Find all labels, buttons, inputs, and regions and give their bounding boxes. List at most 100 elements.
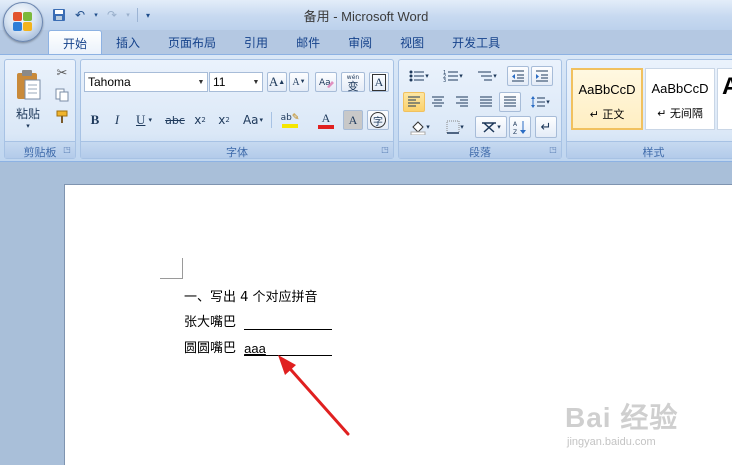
italic-button[interactable]: I — [107, 110, 127, 130]
tab-references[interactable]: 引用 — [230, 30, 282, 54]
strikethrough-button[interactable]: abc — [163, 110, 187, 130]
clipboard-group-label: 剪贴板 ◳ — [5, 141, 75, 159]
line-3-answer: aaa — [244, 341, 266, 356]
ribbon: 粘贴 ▾ ✂ 剪贴板 ◳ Tahoma ▼ 11 ▼ A ▲ A ▼ Aa wén 变 — [0, 54, 732, 162]
sort-button[interactable]: AZ — [509, 116, 531, 138]
tab-page-layout[interactable]: 页面布局 — [154, 30, 230, 54]
asian-layout-icon — [482, 122, 497, 133]
clear-formatting-button[interactable]: Aa — [315, 72, 337, 92]
sort-icon: AZ — [513, 121, 526, 135]
baidu-jingyan-watermark: Bai 经验 jingyan.baidu.com — [565, 396, 715, 452]
shading-button[interactable]: ▾ — [403, 116, 437, 138]
distributed-button[interactable] — [499, 92, 521, 112]
underline-dropdown-icon[interactable]: ▾ — [148, 116, 152, 124]
style-no-spacing-name: ↵ 无间隔 — [657, 107, 703, 120]
character-shading-button[interactable]: A — [343, 110, 363, 130]
ribbon-tabs: 开始 插入 页面布局 引用 邮件 审阅 视图 开发工具 — [48, 30, 514, 54]
font-launcher-icon[interactable]: ◳ — [380, 145, 390, 155]
shrink-font-button[interactable]: A ▼ — [289, 72, 309, 92]
align-right-icon — [456, 96, 468, 107]
paragraph-launcher-icon[interactable]: ◳ — [548, 145, 558, 155]
paste-button[interactable]: 粘贴 ▾ — [8, 63, 48, 135]
tab-view[interactable]: 视图 — [386, 30, 438, 54]
asian-layout-button[interactable]: ▾ — [475, 116, 507, 138]
underline-button[interactable]: U ▾ — [129, 110, 159, 130]
paste-label: 粘贴 — [15, 106, 40, 121]
shading-icon — [410, 121, 426, 135]
text-highlight-button[interactable]: ab✎ — [273, 110, 307, 130]
paste-icon — [17, 69, 41, 99]
clipboard-group: 粘贴 ▾ ✂ 剪贴板 ◳ — [4, 59, 76, 159]
paragraph-group-label: 段落 ◳ — [399, 141, 561, 159]
styles-group: AaBbCcD ↵ 正文 AaBbCcD ↵ 无间隔 A 样式 — [566, 59, 732, 159]
svg-text:3: 3 — [443, 78, 446, 83]
style-heading-1[interactable]: A — [717, 68, 732, 130]
show-hide-marks-button[interactable]: ↵ — [535, 116, 557, 138]
format-painter-icon — [56, 110, 68, 123]
decrease-indent-icon — [512, 70, 524, 82]
increase-indent-button[interactable] — [531, 66, 553, 86]
copy-button[interactable] — [53, 86, 71, 104]
change-case-dropdown-icon[interactable]: ▾ — [260, 116, 264, 124]
change-case-button[interactable]: Aa ▾ — [238, 110, 268, 130]
multilevel-list-icon — [478, 71, 493, 81]
numbering-button[interactable]: 1 2 3 ▾ — [437, 66, 469, 86]
font-name-dropdown-icon[interactable]: ▼ — [195, 73, 207, 91]
decrease-indent-button[interactable] — [507, 66, 529, 86]
style-no-spacing[interactable]: AaBbCcD ↵ 无间隔 — [645, 68, 715, 130]
font-color-button[interactable]: A — [309, 110, 343, 130]
tab-home[interactable]: 开始 — [48, 30, 103, 54]
line-2-blank[interactable] — [244, 315, 333, 330]
character-border-button[interactable]: A — [369, 72, 389, 92]
document-line-1[interactable]: 一、写出 4 个对应拼音 — [184, 286, 318, 305]
tab-review[interactable]: 审阅 — [334, 30, 386, 54]
grow-font-button[interactable]: A ▲ — [267, 72, 287, 92]
bullets-button[interactable]: ▾ — [403, 66, 435, 86]
bold-button[interactable]: B — [85, 110, 105, 130]
increase-indent-icon — [536, 70, 548, 82]
align-left-button[interactable] — [403, 92, 425, 112]
style-heading-1-sample: A — [718, 73, 732, 101]
style-normal[interactable]: AaBbCcD ↵ 正文 — [571, 68, 643, 130]
align-center-button[interactable] — [427, 92, 449, 112]
font-group: Tahoma ▼ 11 ▼ A ▲ A ▼ Aa wén 变 A B I U ▾ ab… — [80, 59, 394, 159]
subscript-button[interactable]: x2 — [189, 110, 211, 130]
svg-text:Z: Z — [513, 129, 517, 135]
svg-text:A: A — [513, 121, 518, 128]
watermark-main-text: Bai 经验 — [565, 402, 679, 433]
cut-button[interactable]: ✂ — [53, 64, 71, 82]
enclose-characters-button[interactable]: 字 — [367, 110, 389, 130]
office-button[interactable] — [3, 2, 43, 42]
font-name-value: Tahoma — [88, 75, 131, 89]
clear-formatting-icon: Aa — [319, 78, 334, 88]
tab-insert[interactable]: 插入 — [102, 30, 154, 54]
window-title: 备用 - Microsoft Word — [303, 9, 429, 24]
phonetic-guide-button[interactable]: wén 变 — [341, 72, 365, 92]
line-2-label: 张大嘴巴 — [184, 315, 237, 330]
format-painter-button[interactable] — [53, 108, 71, 126]
justify-button[interactable] — [475, 92, 497, 112]
style-normal-sample: AaBbCcD — [578, 82, 636, 97]
align-left-icon — [408, 96, 420, 107]
line-spacing-icon — [531, 96, 546, 108]
font-size-combo[interactable]: 11 ▼ — [209, 72, 263, 92]
font-size-dropdown-icon[interactable]: ▼ — [250, 73, 262, 91]
multilevel-list-button[interactable]: ▾ — [471, 66, 503, 86]
align-right-button[interactable] — [451, 92, 473, 112]
enclose-characters-icon: 字 — [370, 112, 386, 128]
style-no-spacing-sample: AaBbCcD — [651, 81, 709, 96]
paragraph-group: ▾ 1 2 3 ▾ ▾ ▾ ▾ ▾ ▾ A Z ↵ 段落 ◳ — [398, 59, 562, 159]
distributed-icon — [504, 96, 516, 107]
margin-crop-mark-vertical — [182, 258, 183, 279]
superscript-button[interactable]: x2 — [213, 110, 235, 130]
clipboard-launcher-icon[interactable]: ◳ — [62, 145, 72, 155]
numbering-icon: 123 — [443, 70, 459, 83]
tab-mailings[interactable]: 邮件 — [282, 30, 334, 54]
borders-button[interactable]: ▾ — [439, 116, 471, 138]
line-spacing-button[interactable]: ▾ — [525, 92, 555, 112]
font-color-bar — [318, 124, 334, 129]
tab-developer[interactable]: 开发工具 — [438, 30, 514, 54]
document-line-2[interactable]: 张大嘴巴 — [184, 311, 333, 330]
font-name-combo[interactable]: Tahoma ▼ — [84, 72, 208, 92]
margin-crop-mark-horizontal — [160, 278, 182, 279]
